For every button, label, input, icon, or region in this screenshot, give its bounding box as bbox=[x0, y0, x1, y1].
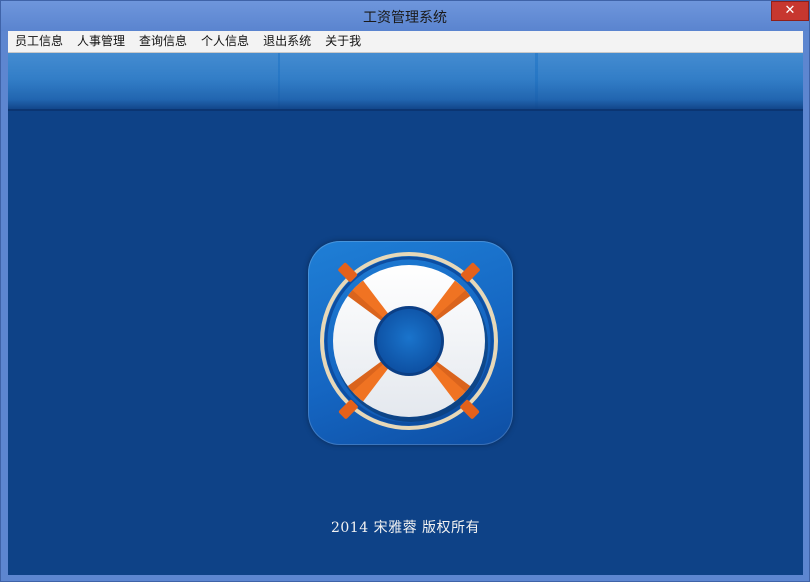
close-button[interactable]: ✕ bbox=[771, 1, 809, 21]
menu-query[interactable]: 查询信息 bbox=[132, 31, 194, 52]
app-window: 工资管理系统 ✕ 员工信息 人事管理 查询信息 个人信息 退出系统 关于我 20… bbox=[0, 0, 810, 582]
banner-divider bbox=[8, 109, 803, 111]
menu-personal-info[interactable]: 个人信息 bbox=[194, 31, 256, 52]
menu-exit[interactable]: 退出系统 bbox=[256, 31, 318, 52]
copyright-text: 2014 宋雅蓉 版权所有 bbox=[330, 520, 481, 536]
banner-segment bbox=[280, 53, 535, 111]
banner-segment bbox=[8, 53, 278, 111]
main-content: 2014 宋雅蓉 版权所有 bbox=[8, 53, 803, 575]
menu-personnel[interactable]: 人事管理 bbox=[70, 31, 132, 52]
menu-bar: 员工信息 人事管理 查询信息 个人信息 退出系统 关于我 bbox=[8, 31, 803, 53]
menu-about[interactable]: 关于我 bbox=[318, 31, 368, 52]
title-bar[interactable]: 工资管理系统 ✕ bbox=[1, 1, 809, 31]
banner-segment bbox=[538, 53, 803, 111]
window-title: 工资管理系统 bbox=[363, 10, 447, 26]
header-banner bbox=[8, 53, 803, 111]
lifebuoy-icon bbox=[320, 252, 498, 430]
menu-employee-info[interactable]: 员工信息 bbox=[8, 31, 70, 52]
logo-tile bbox=[308, 241, 513, 445]
